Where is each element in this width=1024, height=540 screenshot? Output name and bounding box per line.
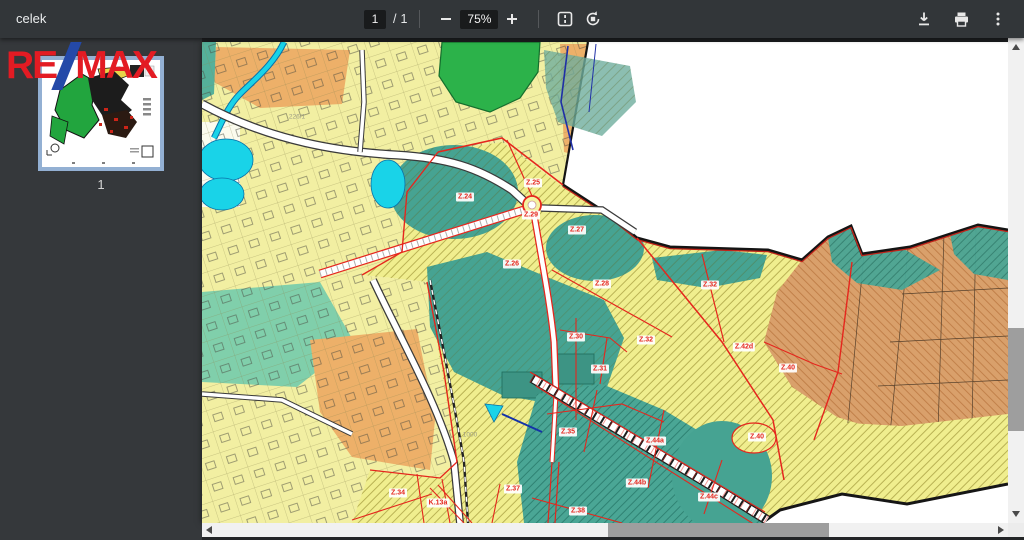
vertical-scrollbar[interactable]	[1008, 38, 1024, 523]
horizontal-scrollbar[interactable]	[202, 523, 1008, 537]
remax-logo[interactable]: RE MAX	[6, 42, 156, 90]
zoom-out-icon	[438, 11, 454, 27]
zone-label: Z.27	[568, 226, 586, 235]
zone-label: Z.29	[522, 211, 540, 220]
zone-label: Z.25	[524, 179, 542, 188]
toolbar-divider	[538, 10, 539, 28]
thumbnail-panel: 1	[0, 38, 202, 540]
zone-label: Z.31	[591, 365, 609, 374]
print-icon	[953, 11, 970, 28]
zone-label: K.13a	[427, 499, 450, 508]
toolbar-center-controls: 1 / 1 75%	[364, 0, 607, 38]
rotate-button[interactable]	[581, 7, 605, 31]
print-button[interactable]	[949, 7, 973, 31]
zone-label: Z.32	[637, 336, 655, 345]
zone-label-layer: Z.24 Z.25 Z.29 Z.27 Z.26 Z.28 Z.32 Z.30 Z.32 Z.31…	[202, 42, 1008, 523]
parcel-number: 226/1	[289, 114, 305, 121]
zone-label: Z.40	[748, 433, 766, 442]
scrollbar-corner	[1008, 523, 1024, 537]
parcel-number: 1000	[463, 432, 477, 439]
scroll-right-arrow[interactable]	[994, 523, 1008, 537]
download-button[interactable]	[912, 7, 936, 31]
zone-label: Z.38	[569, 507, 587, 516]
thumbnail-page-number: 1	[0, 177, 202, 192]
document-area: Z.24 Z.25 Z.29 Z.27 Z.26 Z.28 Z.32 Z.30 Z.32 Z.31…	[202, 38, 1024, 540]
zone-label: Z.42d	[733, 343, 755, 352]
remax-logo-max: MAX	[75, 44, 156, 88]
page-count-label: / 1	[393, 12, 407, 26]
more-options-button[interactable]	[986, 7, 1010, 31]
scroll-left-arrow[interactable]	[202, 523, 216, 537]
zone-label: Z.40	[779, 364, 797, 373]
toolbar-right-controls	[910, 0, 1012, 38]
zone-label: Z.35	[559, 428, 577, 437]
horizontal-scroll-thumb[interactable]	[608, 523, 829, 537]
scroll-up-arrow[interactable]	[1008, 40, 1024, 54]
zone-label: Z.32	[701, 281, 719, 290]
zone-label: Z.30	[567, 333, 585, 342]
zoom-in-icon	[504, 11, 520, 27]
page-number-input[interactable]: 1	[364, 10, 386, 29]
rotate-icon	[584, 10, 602, 28]
zoom-in-button[interactable]	[500, 7, 524, 31]
zone-label: Z.24	[456, 193, 474, 202]
fit-to-page-button[interactable]	[553, 7, 577, 31]
pdf-viewer: celek 1 / 1 75%	[0, 0, 1024, 540]
zone-label: Z.44a	[644, 437, 666, 446]
zone-label: Z.44c	[698, 493, 720, 502]
zoom-level-display[interactable]: 75%	[460, 10, 498, 29]
zone-label: Z.28	[593, 280, 611, 289]
zone-label: Z.37	[504, 485, 522, 494]
zone-label: Z.34	[389, 489, 407, 498]
vertical-scroll-thumb[interactable]	[1008, 328, 1024, 431]
remax-logo-re: RE	[6, 44, 56, 88]
more-options-icon	[990, 11, 1006, 27]
map-page: Z.24 Z.25 Z.29 Z.27 Z.26 Z.28 Z.32 Z.30 Z.32 Z.31…	[202, 42, 1008, 523]
zone-label: Z.44b	[626, 479, 648, 488]
pdf-toolbar: celek 1 / 1 75%	[0, 0, 1024, 38]
zone-label: Z.26	[503, 260, 521, 269]
toolbar-divider	[419, 10, 420, 28]
fit-to-page-icon	[556, 10, 574, 28]
document-title: celek	[16, 0, 46, 38]
scroll-down-arrow[interactable]	[1008, 507, 1024, 521]
download-icon	[916, 11, 932, 27]
zoom-out-button[interactable]	[434, 7, 458, 31]
